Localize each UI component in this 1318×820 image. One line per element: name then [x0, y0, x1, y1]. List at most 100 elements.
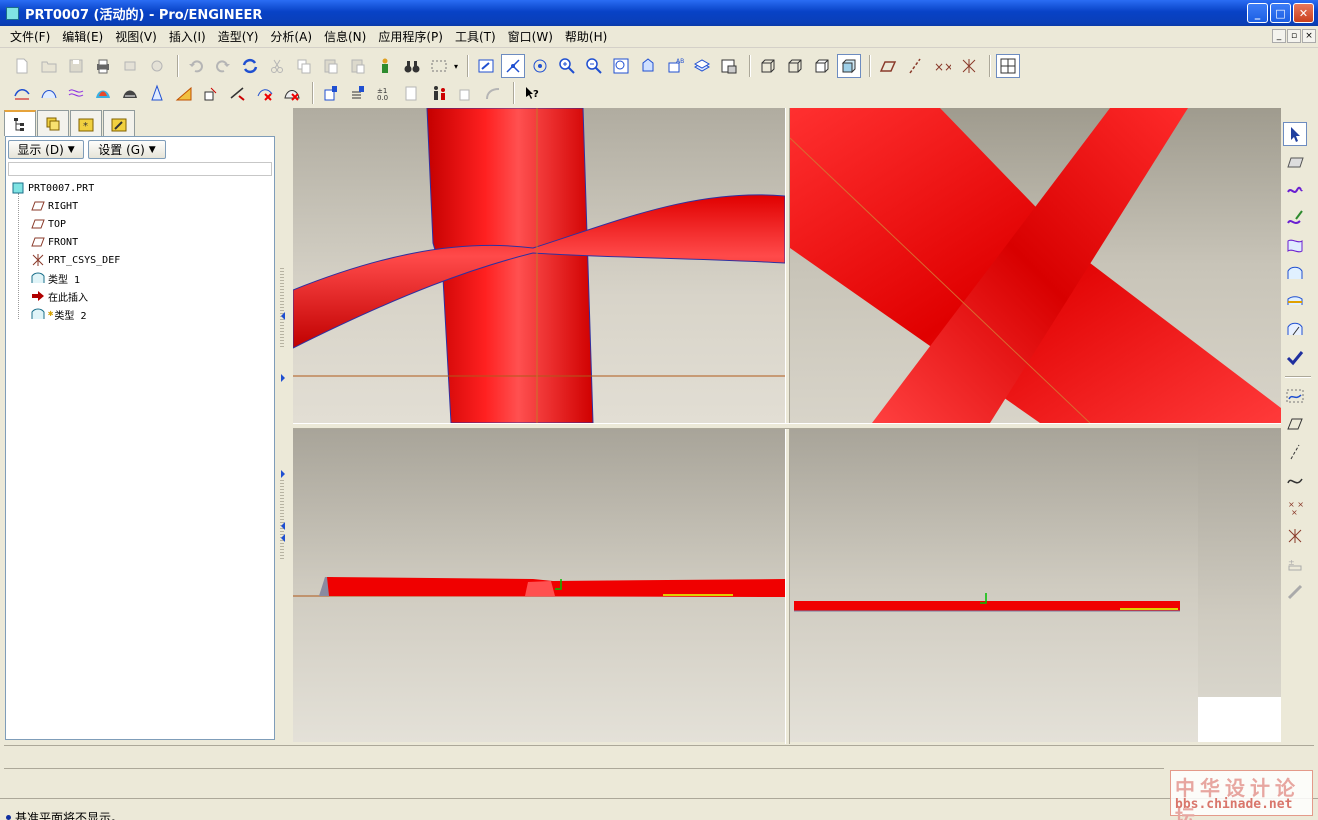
deviation-icon[interactable]: [226, 81, 250, 105]
delete-all-analyses-icon[interactable]: [280, 81, 304, 105]
send-link-icon[interactable]: [145, 54, 169, 78]
menu-analysis[interactable]: 分析(A): [264, 26, 318, 48]
datum-points-toggle-icon[interactable]: ×××: [930, 54, 954, 78]
measure-icon[interactable]: ±1 0.0: [373, 81, 397, 105]
refit-icon[interactable]: [609, 54, 633, 78]
reflection-icon[interactable]: [118, 81, 142, 105]
send-mail-icon[interactable]: [118, 54, 142, 78]
layers-icon[interactable]: [690, 54, 714, 78]
datum-axis-tool-icon[interactable]: [1283, 440, 1307, 464]
reorient-icon[interactable]: [636, 54, 660, 78]
tree-item-root[interactable]: PRT0007.PRT: [10, 179, 120, 197]
cut-icon[interactable]: [265, 54, 289, 78]
close-button[interactable]: ✕: [1293, 3, 1314, 23]
show-dropdown-button[interactable]: 显示 (D) ▼: [8, 140, 84, 159]
paste-special-icon[interactable]: [346, 54, 370, 78]
menu-applications[interactable]: 应用程序(P): [372, 26, 449, 48]
favorites-tab[interactable]: *: [70, 110, 102, 136]
boundary-surface-icon[interactable]: [1283, 234, 1307, 258]
orient-mode-icon[interactable]: [528, 54, 552, 78]
expand-arrow-icon[interactable]: [281, 374, 285, 382]
collapse-arrow-icon[interactable]: [281, 312, 285, 320]
select-box-icon[interactable]: [427, 54, 451, 78]
connect-surface-icon[interactable]: [1283, 262, 1307, 286]
offset-analysis-icon[interactable]: [199, 81, 223, 105]
viewport-bottom-right[interactable]: [790, 429, 1198, 742]
new-file-icon[interactable]: [10, 54, 34, 78]
select-arrow-icon[interactable]: [1283, 122, 1307, 146]
sketch-tool-icon[interactable]: [1283, 384, 1307, 408]
hidden-line-icon[interactable]: [783, 54, 807, 78]
datum-plane-tool-icon[interactable]: [1283, 412, 1307, 436]
datum-point-tool-icon[interactable]: × × ×: [1283, 496, 1307, 520]
mdi-minimize-button[interactable]: _: [1272, 29, 1286, 43]
model-tree-tab[interactable]: [4, 110, 36, 136]
context-help-icon[interactable]: ?: [520, 81, 544, 105]
menu-help[interactable]: 帮助(H): [559, 26, 613, 48]
model-player-icon[interactable]: [373, 54, 397, 78]
paste-icon[interactable]: [319, 54, 343, 78]
mdi-restore-button[interactable]: ▫: [1287, 29, 1301, 43]
menu-edit[interactable]: 编辑(E): [56, 26, 109, 48]
maximize-button[interactable]: □: [1270, 3, 1291, 23]
menu-style[interactable]: 造型(Y): [212, 26, 265, 48]
open-folder-icon[interactable]: [37, 54, 61, 78]
spin-center-icon[interactable]: [501, 54, 525, 78]
tree-filter-field[interactable]: [8, 162, 272, 176]
cable-info-icon[interactable]: [481, 81, 505, 105]
menu-tools[interactable]: 工具(T): [449, 26, 502, 48]
reference-info-icon[interactable]: [400, 81, 424, 105]
redraw-icon[interactable]: [474, 54, 498, 78]
zoom-out-icon[interactable]: [582, 54, 606, 78]
mdi-close-button[interactable]: ×: [1302, 29, 1316, 43]
parent-child-icon[interactable]: [427, 81, 451, 105]
tree-item-top[interactable]: TOP: [10, 215, 120, 233]
zoom-in-icon[interactable]: [555, 54, 579, 78]
panel-splitter[interactable]: [278, 108, 292, 744]
section-analysis-icon[interactable]: [64, 81, 88, 105]
csys-toggle-icon[interactable]: [957, 54, 981, 78]
layers-tab[interactable]: [37, 110, 69, 136]
menu-window[interactable]: 窗口(W): [502, 26, 559, 48]
bill-of-materials-icon[interactable]: [454, 81, 478, 105]
view-manager-icon[interactable]: [717, 54, 741, 78]
minimize-button[interactable]: _: [1247, 3, 1268, 23]
tree-item-style-1[interactable]: 类型 1: [10, 269, 120, 287]
create-curve-icon[interactable]: [1283, 178, 1307, 202]
menu-view[interactable]: 视图(V): [109, 26, 163, 48]
datum-curve-tool-icon[interactable]: [1283, 468, 1307, 492]
model-info-icon[interactable]: [346, 81, 370, 105]
curvature-icon[interactable]: [37, 81, 61, 105]
settings-dropdown-button[interactable]: 设置 (G) ▼: [88, 140, 166, 159]
collapse-arrow-icon[interactable]: [281, 534, 285, 542]
done-checkmark-icon[interactable]: [1283, 346, 1307, 370]
wireframe-icon[interactable]: [756, 54, 780, 78]
edit-curve-icon[interactable]: [1283, 206, 1307, 230]
sketcher-tool-icon[interactable]: [1283, 580, 1307, 604]
analysis-feature-icon[interactable]: ±: [1283, 552, 1307, 576]
trim-surface-icon[interactable]: [1283, 290, 1307, 314]
tree-item-insert-here[interactable]: 在此插入: [10, 287, 120, 305]
tree-item-right[interactable]: RIGHT: [10, 197, 120, 215]
viewport-bottom-left[interactable]: [293, 429, 785, 742]
saved-views-icon[interactable]: AB: [663, 54, 687, 78]
csys-tool-icon[interactable]: [1283, 524, 1307, 548]
menu-insert[interactable]: 插入(I): [163, 26, 212, 48]
draft-check-icon[interactable]: [145, 81, 169, 105]
gaussian-curvature-icon[interactable]: [91, 81, 115, 105]
datum-planes-toggle-icon[interactable]: [876, 54, 900, 78]
viewport-top-left[interactable]: [293, 108, 785, 423]
tree-item-front[interactable]: FRONT: [10, 233, 120, 251]
print-icon[interactable]: [91, 54, 115, 78]
undo-icon[interactable]: [184, 54, 208, 78]
feature-info-icon[interactable]: [319, 81, 343, 105]
expand-arrow-icon[interactable]: [281, 470, 285, 478]
select-box-dropdown-icon[interactable]: ▾: [454, 62, 462, 71]
viewport-top-right[interactable]: [790, 108, 1281, 423]
menu-file[interactable]: 文件(F): [4, 26, 56, 48]
copy-icon[interactable]: [292, 54, 316, 78]
no-hidden-icon[interactable]: [810, 54, 834, 78]
find-binoculars-icon[interactable]: [400, 54, 424, 78]
multi-view-icon[interactable]: [996, 54, 1020, 78]
delete-analysis-icon[interactable]: [253, 81, 277, 105]
